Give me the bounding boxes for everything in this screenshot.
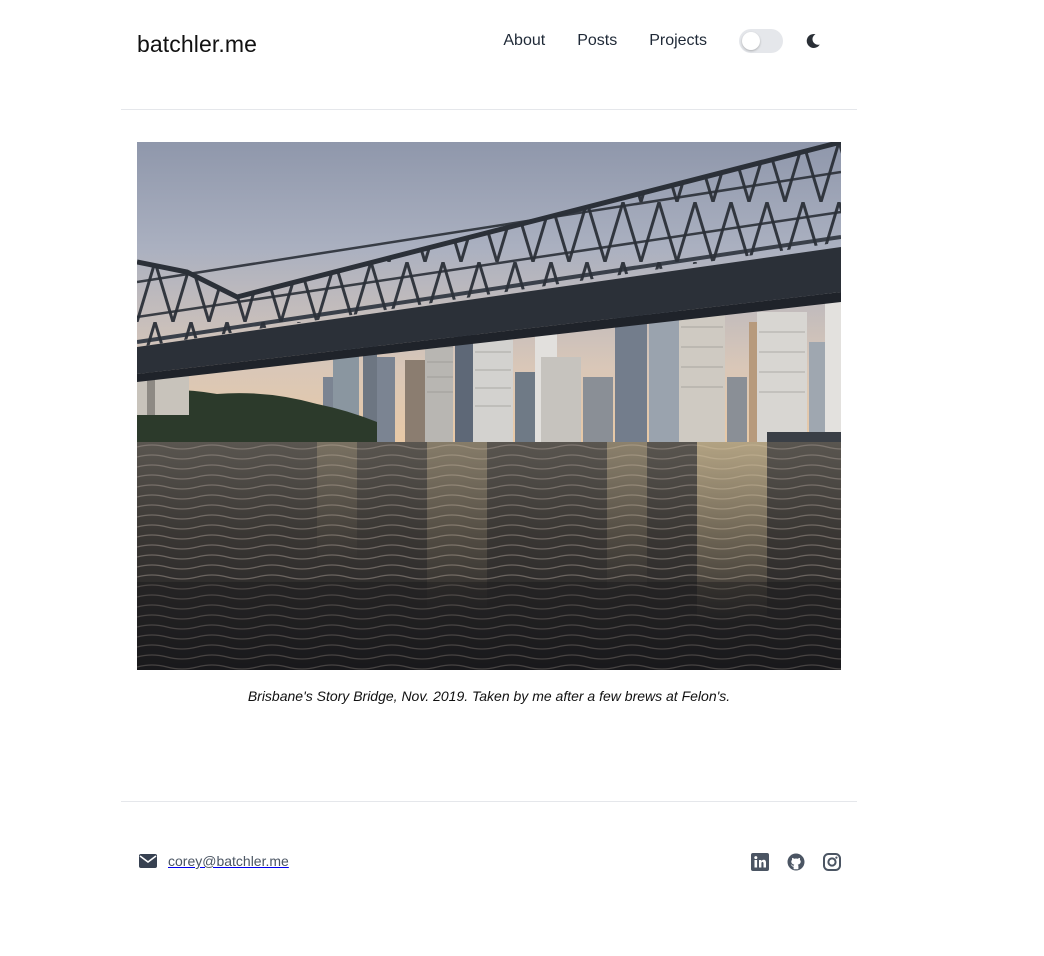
instagram-link[interactable] bbox=[805, 853, 841, 876]
email-text: corey@batchler.me bbox=[168, 853, 289, 869]
main-nav: About Posts Projects bbox=[503, 28, 821, 54]
social-links bbox=[733, 853, 841, 876]
linkedin-icon bbox=[751, 853, 769, 871]
github-link[interactable] bbox=[769, 853, 805, 876]
envelope-icon bbox=[139, 854, 157, 868]
linkedin-link[interactable] bbox=[733, 853, 769, 876]
nav-link-projects[interactable]: Projects bbox=[649, 28, 707, 54]
moon-icon bbox=[806, 33, 820, 48]
github-icon bbox=[787, 853, 805, 871]
page-container: batchler.me About Posts Projects Brisban… bbox=[121, 0, 857, 871]
site-header: batchler.me About Posts Projects bbox=[121, 0, 857, 110]
site-footer: corey@batchler.me bbox=[121, 801, 857, 912]
theme-toggle[interactable] bbox=[739, 29, 783, 53]
nav-link-posts[interactable]: Posts bbox=[577, 28, 617, 54]
toggle-knob bbox=[742, 32, 760, 50]
instagram-icon bbox=[823, 853, 841, 871]
email-link[interactable]: corey@batchler.me bbox=[139, 853, 289, 869]
story-bridge-photo bbox=[137, 142, 841, 670]
site-brand-link[interactable]: batchler.me bbox=[137, 31, 257, 58]
photo-caption: Brisbane's Story Bridge, Nov. 2019. Take… bbox=[247, 688, 731, 704]
nav-link-about[interactable]: About bbox=[503, 28, 545, 54]
